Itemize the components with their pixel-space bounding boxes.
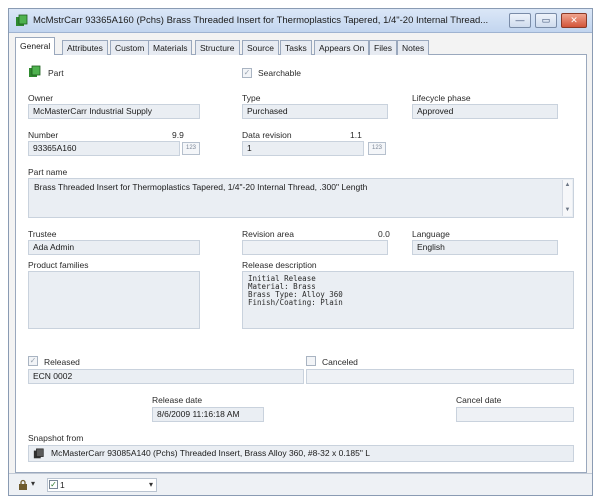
tab-appears-on[interactable]: Appears On <box>314 40 370 55</box>
close-button[interactable]: ✕ <box>561 13 587 28</box>
release-description-label: Release description <box>242 260 317 270</box>
trustee-label: Trustee <box>28 229 57 239</box>
tab-tasks[interactable]: Tasks <box>280 40 312 55</box>
tab-custom[interactable]: Custom <box>110 40 150 55</box>
lifecycle-label: Lifecycle phase <box>412 93 471 103</box>
window-title: McMstrCarr 93365A160 (Pchs) Brass Thread… <box>33 15 489 26</box>
canceled-label: Canceled <box>322 357 358 367</box>
tab-notes[interactable]: Notes <box>397 40 430 55</box>
number-picker-button[interactable]: 123 <box>182 142 200 155</box>
released-label: Released <box>44 357 80 367</box>
released-checkbox[interactable]: ✓ <box>28 356 38 366</box>
minimize-button[interactable]: — <box>509 13 531 28</box>
revision-area-version: 0.0 <box>378 229 390 239</box>
owner-field[interactable]: McMasterCarr Industrial Supply <box>28 104 200 119</box>
part-name-scrollbar[interactable]: ▲ ▼ <box>562 180 572 216</box>
part-name-label: Part name <box>28 167 68 177</box>
owner-label: Owner <box>28 93 54 103</box>
release-date-label: Release date <box>152 395 203 405</box>
snapshot-from-text: McMasterCarr 93085A140 (Pchs) Threaded I… <box>51 448 370 458</box>
tab-source[interactable]: Source <box>242 40 279 55</box>
release-description-field[interactable]: Initial Release Material: Brass Brass Ty… <box>242 271 574 329</box>
maximize-button[interactable]: ▭ <box>535 13 557 28</box>
revision-area-label: Revision area <box>242 229 294 239</box>
tab-structure[interactable]: Structure <box>195 40 240 55</box>
cancel-date-field[interactable] <box>456 407 574 422</box>
part-icon <box>33 448 44 459</box>
part-name-text: Brass Threaded Insert for Thermoplastics… <box>34 182 368 192</box>
status-combo-value: 1 <box>60 480 65 490</box>
chevron-down-icon: ▾ <box>148 480 153 489</box>
part-icon <box>16 14 28 26</box>
type-field[interactable]: Purchased <box>242 104 388 119</box>
data-revision-picker-button[interactable]: 123 <box>368 142 386 155</box>
searchable-checkbox[interactable]: ✓ <box>242 68 252 78</box>
scroll-up-icon[interactable]: ▲ <box>563 181 572 190</box>
snapshot-from-field[interactable]: McMasterCarr 93085A140 (Pchs) Threaded I… <box>28 445 574 462</box>
revision-area-field[interactable] <box>242 240 388 255</box>
product-families-label: Product families <box>28 260 89 270</box>
status-bar: ▾ ✓ 1 ▾ <box>9 473 592 495</box>
part-type-label: Part <box>48 68 64 78</box>
number-version: 9.9 <box>172 130 184 140</box>
part-name-field[interactable]: Brass Threaded Insert for Thermoplastics… <box>28 178 574 218</box>
lock-icon[interactable] <box>17 479 29 491</box>
data-revision-version: 1.1 <box>350 130 362 140</box>
searchable-label: Searchable <box>258 68 302 78</box>
part-icon <box>29 65 41 77</box>
tab-materials[interactable]: Materials <box>148 40 193 55</box>
product-families-list[interactable] <box>28 271 200 329</box>
tab-strip: General Attributes Custom Materials Stru… <box>15 37 587 56</box>
snapshot-from-label: Snapshot from <box>28 433 84 443</box>
tab-general[interactable]: General <box>15 37 56 56</box>
status-combo[interactable]: ✓ 1 ▾ <box>47 478 157 492</box>
language-field[interactable]: English <box>412 240 558 255</box>
lock-dropdown-icon[interactable]: ▾ <box>31 479 35 488</box>
general-panel: Part ✓ Searchable Owner McMasterCarr Ind… <box>15 55 587 473</box>
release-date-field[interactable]: 8/6/2009 11:16:18 AM <box>152 407 264 422</box>
number-label: Number <box>28 130 59 140</box>
lifecycle-field[interactable]: Approved <box>412 104 558 119</box>
released-field[interactable]: ECN 0002 <box>28 369 304 384</box>
language-label: Language <box>412 229 450 239</box>
canceled-checkbox[interactable] <box>306 356 316 366</box>
tab-files[interactable]: Files <box>369 40 397 55</box>
type-label: Type <box>242 93 261 103</box>
data-revision-label: Data revision <box>242 130 292 140</box>
checkbox-icon: ✓ <box>49 480 58 489</box>
canceled-field[interactable] <box>306 369 574 384</box>
title-bar[interactable]: McMstrCarr 93365A160 (Pchs) Brass Thread… <box>9 9 592 33</box>
data-revision-field[interactable]: 1 <box>242 141 364 156</box>
trustee-field[interactable]: Ada Admin <box>28 240 200 255</box>
tab-attributes[interactable]: Attributes <box>62 40 108 55</box>
properties-window: McMstrCarr 93365A160 (Pchs) Brass Thread… <box>8 8 593 496</box>
cancel-date-label: Cancel date <box>456 395 502 405</box>
scroll-down-icon[interactable]: ▼ <box>563 206 572 215</box>
release-line: Finish/Coating: Plain <box>248 298 343 307</box>
number-field[interactable]: 93365A160 <box>28 141 180 156</box>
